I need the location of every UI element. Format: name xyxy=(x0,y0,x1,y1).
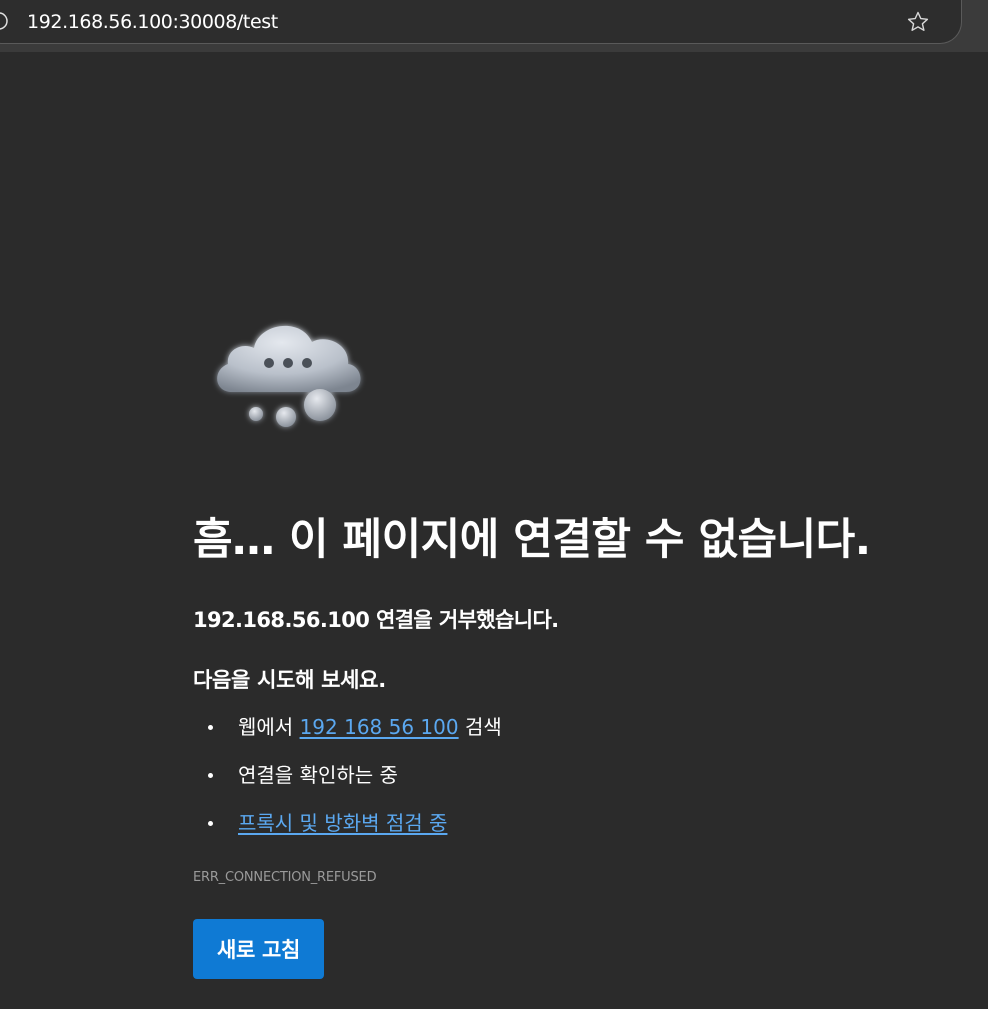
browser-toolbar: 192.168.56.100:30008/test xyxy=(0,0,988,52)
cloud-thinking-icon xyxy=(217,325,361,427)
suggestions-title: 다음을 시도해 보세요. xyxy=(193,668,386,692)
url-text[interactable]: 192.168.56.100:30008/test xyxy=(27,11,278,33)
refused-message: 192.168.56.100 연결을 거부했습니다. xyxy=(193,608,559,632)
list-item: 연결을 확인하는 중 xyxy=(193,760,502,808)
info-icon[interactable] xyxy=(0,11,9,31)
bullet-icon xyxy=(208,773,213,778)
search-web-link[interactable]: 192 168 56 100 xyxy=(300,715,459,739)
list-item: 프록시 및 방화벽 점검 중 xyxy=(193,808,502,856)
suggestion-prefix: 웹에서 xyxy=(238,715,300,739)
error-code: ERR_CONNECTION_REFUSED xyxy=(193,870,377,885)
list-item: 웹에서 192 168 56 100 검색 xyxy=(193,712,502,760)
suggestion-suffix: 검색 xyxy=(458,715,502,739)
bullet-icon xyxy=(208,725,213,730)
page-title: 흠… 이 페이지에 연결할 수 없습니다. xyxy=(193,515,871,565)
check-connection-text: 연결을 확인하는 중 xyxy=(238,763,398,787)
star-icon[interactable] xyxy=(905,9,931,35)
proxy-firewall-link[interactable]: 프록시 및 방화벽 점검 중 xyxy=(238,811,447,835)
refresh-button[interactable]: 새로 고침 xyxy=(193,919,324,979)
address-bar[interactable]: 192.168.56.100:30008/test xyxy=(0,0,962,44)
bullet-icon xyxy=(208,821,213,826)
suggestions-list: 웹에서 192 168 56 100 검색 연결을 확인하는 중 프록시 및 방… xyxy=(193,712,502,856)
